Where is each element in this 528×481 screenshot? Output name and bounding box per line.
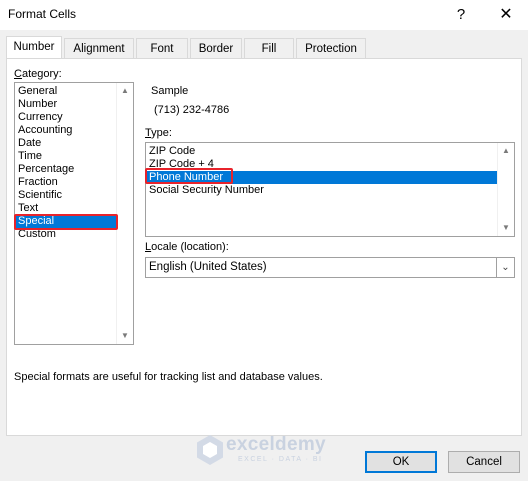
category-item-accounting[interactable]: Accounting [18,124,72,137]
scroll-up-icon[interactable]: ▲ [498,143,514,159]
window-title: Format Cells [8,7,77,21]
category-label: Category: [14,68,62,80]
exceldemy-logo-icon [197,435,223,465]
scroll-down-icon[interactable]: ▼ [117,328,133,344]
scroll-up-icon[interactable]: ▲ [117,83,133,99]
tab-fill[interactable]: Fill [244,38,294,58]
category-item-general[interactable]: General [18,85,57,98]
tab-font[interactable]: Font [136,38,188,58]
tab-alignment[interactable]: Alignment [64,38,134,58]
help-button[interactable]: ? [443,0,479,30]
category-item-currency[interactable]: Currency [18,111,63,124]
close-button[interactable]: ✕ [488,0,524,30]
tab-number[interactable]: Number [6,36,62,58]
category-item-number[interactable]: Number [18,98,57,111]
category-item-percentage[interactable]: Percentage [18,163,74,176]
category-item-fraction[interactable]: Fraction [18,176,58,189]
scroll-down-icon[interactable]: ▼ [498,220,514,236]
type-scrollbar[interactable]: ▲ ▼ [497,143,514,236]
cancel-button[interactable]: Cancel [448,451,520,473]
exceldemy-watermark: exceldemy EXCEL · DATA · BI [196,432,346,468]
sample-label: Sample [151,85,189,97]
category-highlight-box [14,214,118,230]
locale-label: Locale (location): [145,241,229,253]
category-item-scientific[interactable]: Scientific [18,189,62,202]
type-item-ssn[interactable]: Social Security Number [149,184,264,197]
type-list[interactable]: ZIP Code ZIP Code + 4 Phone Number Socia… [145,142,515,237]
chevron-down-icon[interactable]: ⌄ [496,258,514,277]
ok-button[interactable]: OK [365,451,437,473]
tab-border[interactable]: Border [190,38,242,58]
category-scrollbar[interactable]: ▲ ▼ [116,83,133,344]
format-description: Special formats are useful for tracking … [14,371,323,383]
category-item-date[interactable]: Date [18,137,41,150]
locale-value: English (United States) [149,261,267,273]
type-highlight-box [145,168,233,184]
sample-value: (713) 232-4786 [154,104,230,116]
category-item-time[interactable]: Time [18,150,42,163]
locale-select[interactable]: English (United States) ⌄ [145,257,515,278]
title-bar: Format Cells ? ✕ [0,0,528,30]
type-item-zip-code[interactable]: ZIP Code [149,145,195,158]
type-label: Type: [145,127,172,139]
tab-protection[interactable]: Protection [296,38,366,58]
